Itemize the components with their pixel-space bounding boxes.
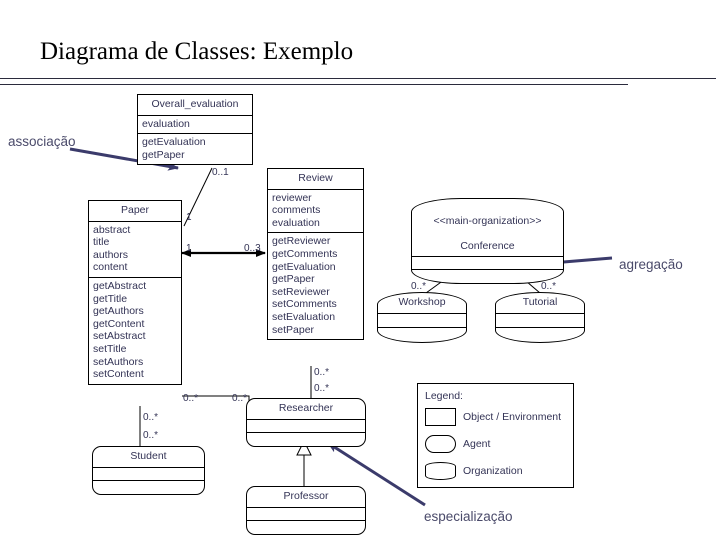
legend-label-organization: Organization [463, 465, 523, 477]
multiplicity-paper-researcher-right: 0..* [232, 393, 248, 404]
class-name-researcher: Researcher [278, 402, 334, 414]
slide-canvas: Diagrama de Classes: Exemplo Overall_eva… [0, 0, 720, 540]
class-operations-review: getReviewer getComments getEvaluation ge… [268, 232, 363, 339]
class-operations-overall-evaluation: getEvaluation getPaper [138, 133, 252, 164]
class-name-tutorial: Tutorial [522, 296, 558, 308]
multiplicity-paper-review-left: 1 [186, 243, 192, 254]
class-stereotype-conference: <<main-organization>> [433, 214, 542, 227]
class-overall-evaluation[interactable]: Overall_evaluation evaluation getEvaluat… [137, 94, 253, 166]
class-name-conference: <<main-organization>> Conference [412, 199, 563, 256]
class-name-student: Student [130, 450, 167, 462]
multiplicity-paper-student-bottom: 0..* [143, 430, 159, 441]
class-paper[interactable]: Paper abstract title authors content get… [88, 200, 182, 385]
multiplicity-paper-review-right: 0..3 [244, 243, 261, 254]
annotation-agregacao: agregação [619, 257, 683, 272]
multiplicity-conference-workshop: 0..* [411, 281, 427, 292]
title-divider-upper [0, 78, 716, 79]
class-operations-paper: getAbstract getTitle getAuthors getConte… [89, 276, 181, 384]
class-name-overall-evaluation: Overall_evaluation [151, 98, 239, 110]
class-operations-researcher [247, 431, 365, 446]
multiplicity-overall-paper-top: 0..1 [212, 167, 229, 178]
multiplicity-conference-tutorial: 0..* [541, 281, 557, 292]
multiplicity-review-researcher-bottom: 0..* [314, 383, 330, 394]
generalization-professor-researcher [296, 439, 312, 487]
class-attributes-workshop [378, 312, 466, 327]
class-professor[interactable]: Professor [246, 486, 366, 535]
page-title: Diagrama de Classes: Exemplo [40, 38, 354, 65]
class-attributes-student [93, 466, 204, 480]
class-attributes-overall-evaluation: evaluation [138, 114, 252, 134]
class-name-professor: Professor [283, 490, 329, 502]
class-student[interactable]: Student [92, 446, 205, 495]
legend-swatch-object-icon [425, 408, 456, 426]
multiplicity-paper-student-top: 0..* [143, 412, 159, 423]
multiplicity-paper-researcher-left: 0..* [183, 393, 199, 404]
class-attributes-conference [412, 256, 563, 269]
class-operations-workshop [378, 326, 466, 342]
title-divider-lower [0, 84, 628, 85]
class-attributes-paper: abstract title authors content [89, 220, 181, 277]
legend-swatch-agent-icon [425, 435, 456, 453]
class-name-workshop: Workshop [398, 296, 446, 308]
multiplicity-review-researcher-top: 0..* [314, 367, 330, 378]
class-workshop[interactable]: Workshop [377, 292, 467, 343]
class-operations-student [93, 479, 204, 494]
annotation-especializacao: especialização [424, 509, 513, 524]
class-operations-professor [247, 519, 365, 534]
legend-title: Legend: [425, 390, 463, 402]
class-name-review: Review [298, 172, 333, 184]
class-attributes-professor [247, 506, 365, 520]
class-name-paper: Paper [120, 204, 150, 216]
class-operations-tutorial [496, 326, 584, 342]
legend-label-object: Object / Environment [463, 411, 562, 423]
annotation-associacao: associação [8, 134, 76, 149]
class-review[interactable]: Review reviewer comments evaluation getR… [267, 168, 364, 341]
class-name-label-conference: Conference [460, 239, 515, 252]
class-tutorial[interactable]: Tutorial [495, 292, 585, 343]
class-attributes-researcher [247, 418, 365, 432]
legend-label-agent: Agent [463, 438, 491, 450]
multiplicity-overall-paper-bottom: 1 [186, 212, 192, 223]
legend-panel: Legend: Object / Environment Agent Organ… [417, 383, 574, 488]
class-attributes-review: reviewer comments evaluation [268, 188, 363, 233]
class-conference[interactable]: <<main-organization>> Conference [411, 198, 564, 285]
class-attributes-tutorial [496, 312, 584, 327]
legend-swatch-organization-icon [425, 462, 456, 480]
class-researcher[interactable]: Researcher [246, 398, 366, 447]
